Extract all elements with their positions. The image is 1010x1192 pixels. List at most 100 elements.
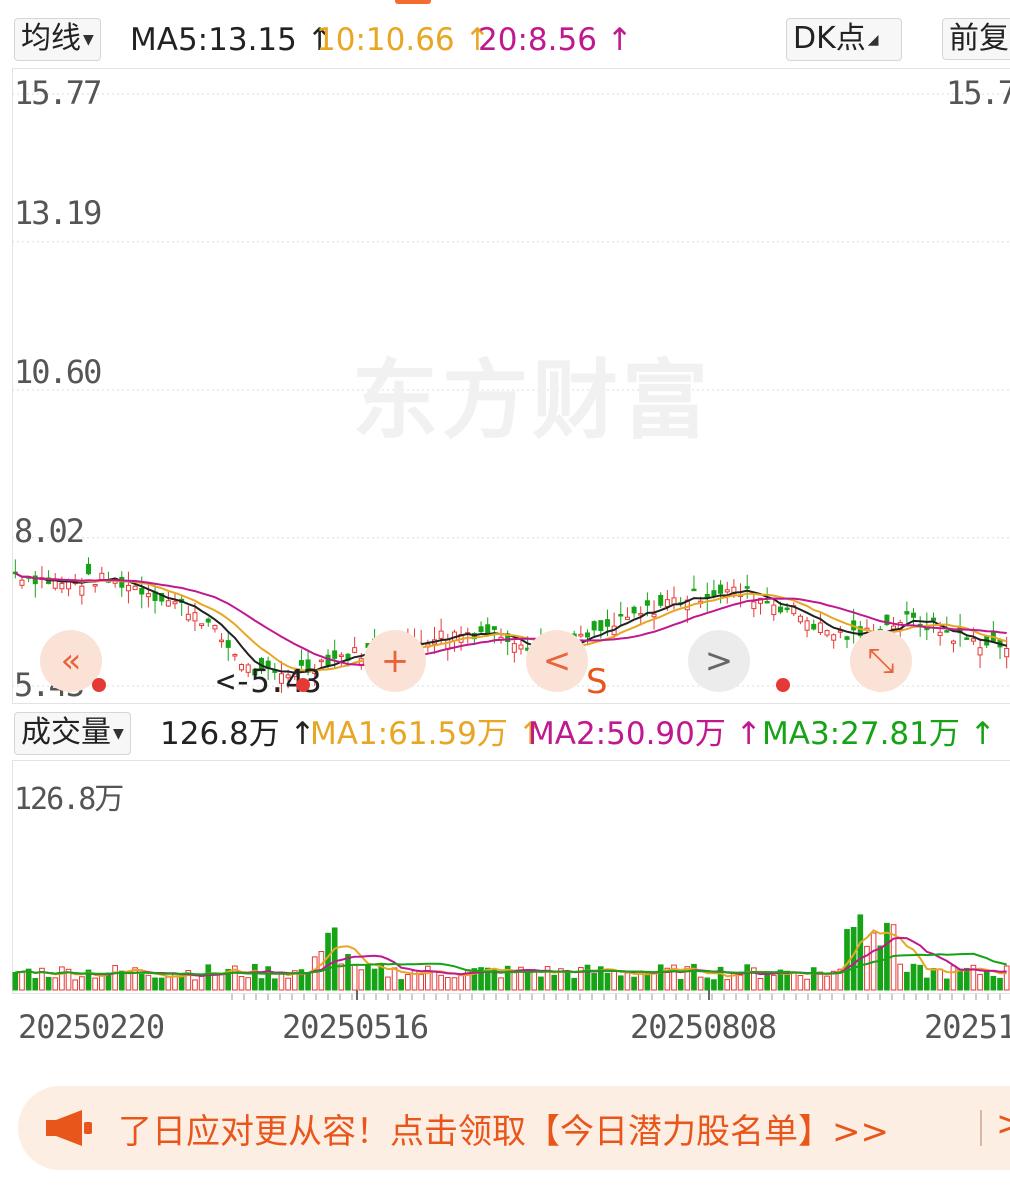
volume-bar bbox=[551, 974, 558, 991]
volume-max-label: 126.8万 bbox=[14, 782, 124, 817]
candle-body bbox=[485, 624, 491, 634]
volume-indicator-bar: 成交量 ▼ 126.8万 ↑ MA1:61.59万 ↑ MA2:50.90万 ↑ … bbox=[0, 706, 1010, 762]
volume-bar bbox=[59, 966, 65, 991]
candle-body bbox=[232, 654, 238, 657]
candle-body bbox=[99, 572, 105, 581]
candle-body bbox=[219, 639, 225, 643]
candle-body bbox=[831, 634, 837, 641]
ma-dropdown[interactable]: 均线 ▼ bbox=[14, 18, 101, 61]
volume-bar bbox=[977, 973, 983, 991]
banner-close-arrow[interactable]: > bbox=[996, 1104, 1010, 1144]
zoom-in-button[interactable]: + bbox=[364, 630, 426, 692]
volume-bar bbox=[438, 974, 444, 991]
volume-bar bbox=[644, 972, 651, 991]
volume-bar bbox=[271, 978, 278, 991]
active-tab-indicator bbox=[395, 0, 431, 4]
chevron-down-icon: ▼ bbox=[83, 31, 94, 48]
volume-dropdown-label: 成交量 bbox=[21, 715, 111, 750]
volume-bar bbox=[531, 970, 538, 991]
candle-body bbox=[19, 579, 25, 586]
volume-bar bbox=[52, 977, 59, 991]
candle-body bbox=[338, 654, 344, 657]
candle-body bbox=[332, 650, 338, 659]
volume-bar bbox=[158, 977, 165, 991]
candle-body bbox=[79, 585, 85, 596]
volume-bar bbox=[624, 972, 631, 991]
candle-body bbox=[185, 613, 191, 621]
candle-body bbox=[797, 615, 803, 623]
volume-bar bbox=[538, 976, 544, 991]
volume-bar bbox=[205, 964, 212, 991]
volume-bar bbox=[371, 968, 378, 991]
divider bbox=[0, 1074, 1010, 1086]
volume-bar bbox=[950, 965, 957, 991]
candle-body bbox=[86, 563, 92, 575]
volume-chart[interactable] bbox=[12, 760, 1010, 1000]
volume-bar bbox=[19, 970, 25, 991]
date-label: 20250220 bbox=[18, 1008, 165, 1046]
candle-body bbox=[132, 585, 138, 591]
volume-bar bbox=[697, 976, 704, 991]
volume-bar bbox=[218, 973, 225, 991]
volume-bar bbox=[591, 973, 597, 991]
volume-bar bbox=[724, 979, 731, 991]
volume-bar bbox=[864, 945, 870, 991]
candle-body bbox=[352, 647, 358, 653]
volume-bar bbox=[657, 964, 664, 991]
candle-body bbox=[651, 613, 657, 618]
volume-bar bbox=[252, 963, 258, 991]
candle-body bbox=[92, 584, 98, 587]
fullscreen-button[interactable]: ⤡ bbox=[850, 630, 912, 692]
candle-body bbox=[145, 593, 151, 598]
volume-bar bbox=[571, 977, 578, 991]
next-button[interactable]: > bbox=[688, 630, 750, 692]
banner-divider bbox=[980, 1110, 982, 1146]
volume-bar bbox=[451, 977, 458, 991]
candle-body bbox=[172, 601, 178, 605]
candle-body bbox=[631, 606, 637, 614]
candle-body bbox=[438, 630, 444, 639]
candle-body bbox=[824, 630, 830, 636]
candle-body bbox=[777, 606, 783, 613]
volume-bar bbox=[797, 975, 804, 991]
candle-body bbox=[964, 637, 970, 640]
candle-body bbox=[199, 623, 205, 627]
date-label: 20251 bbox=[924, 1008, 1010, 1046]
volume-bar bbox=[311, 956, 318, 991]
prev-button[interactable]: < bbox=[526, 630, 588, 692]
candle-body bbox=[751, 601, 757, 610]
volume-bar bbox=[744, 964, 751, 991]
volume-bar bbox=[198, 975, 205, 991]
adjust-label: 前复 bbox=[949, 21, 1009, 56]
volume-bar bbox=[79, 976, 85, 991]
candle-body bbox=[771, 604, 777, 616]
candle-body bbox=[711, 590, 717, 596]
volume-bar bbox=[32, 977, 39, 991]
volume-bar bbox=[418, 974, 425, 991]
candle-body bbox=[119, 576, 125, 588]
volume-bar bbox=[138, 973, 145, 991]
volume-bar bbox=[192, 979, 198, 991]
candle-body bbox=[764, 600, 770, 604]
volume-bar bbox=[904, 971, 910, 991]
price-indicator-bar: 均线 ▼ MA5:13.15 ↑ 10:10.66 ↑ 20:8.56 ↑ DK点… bbox=[0, 12, 1010, 68]
date-label: 20250516 bbox=[282, 1008, 429, 1046]
volume-bar bbox=[511, 971, 518, 991]
volume-bar bbox=[677, 978, 684, 991]
volume-bar bbox=[1003, 965, 1010, 991]
candle-body bbox=[66, 581, 72, 590]
date-label: 20250808 bbox=[630, 1008, 777, 1046]
price-tick-label: 15.77 bbox=[14, 74, 102, 112]
price-tick-label: 10.60 bbox=[14, 353, 102, 391]
dk-point-button[interactable]: DK点 ◢ bbox=[786, 18, 902, 61]
candle-body bbox=[891, 625, 897, 630]
volume-ma3: MA3:27.81万 ↑ bbox=[762, 716, 996, 752]
volume-bar bbox=[770, 974, 777, 991]
promo-banner[interactable]: 了日应对更从容！点击领取【今日潜力股名单】>> > bbox=[18, 1086, 1010, 1170]
signal-dot bbox=[92, 678, 106, 692]
candle-body bbox=[804, 620, 810, 631]
double-chevron-left-icon: « bbox=[60, 641, 82, 681]
candle-body bbox=[165, 600, 171, 607]
adjust-button[interactable]: 前复 bbox=[942, 18, 1010, 60]
volume-dropdown[interactable]: 成交量 ▼ bbox=[14, 712, 131, 755]
